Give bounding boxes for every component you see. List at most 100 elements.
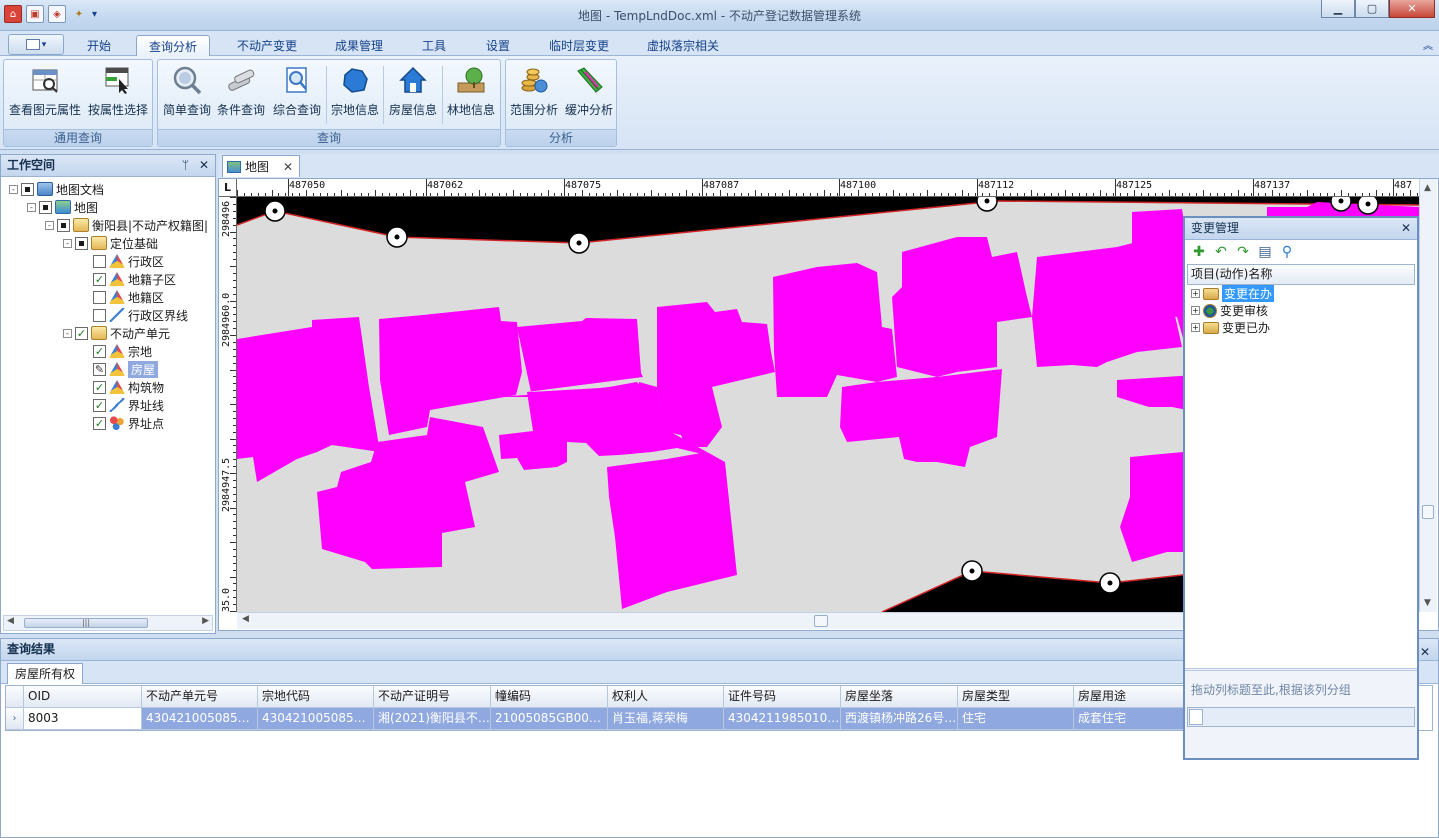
layer-visibility-checkbox[interactable] — [93, 290, 106, 304]
forest-info-button[interactable]: 林地信息 — [444, 63, 498, 125]
application-menu-button[interactable]: ▾ — [8, 34, 64, 55]
close-icon[interactable]: ✕ — [1420, 642, 1430, 663]
table-cell[interactable]: 430421005085GB… — [258, 708, 374, 730]
tree-node[interactable]: ✎ 房屋 — [1, 360, 215, 378]
house-info-button[interactable]: 房屋信息 — [385, 63, 441, 125]
table-cell[interactable]: 肖玉福,蒋荣梅 — [608, 708, 724, 730]
save-icon[interactable]: ▤ — [1257, 244, 1273, 260]
close-icon[interactable]: ✕ — [1401, 218, 1411, 239]
expand-icon[interactable]: + — [1191, 289, 1200, 298]
select-by-attributes-button[interactable]: 按属性选择 — [84, 63, 152, 125]
pin-icon[interactable]: ᛘ — [182, 155, 189, 176]
table-cell[interactable]: 湘(2021)衡阳县不… — [374, 708, 491, 730]
map-hscroll-thumb[interactable] — [814, 615, 828, 627]
layer-visibility-checkbox[interactable] — [21, 182, 34, 196]
tree-node[interactable]: ✓ 宗地 — [1, 342, 215, 360]
map-vertical-scrollbar[interactable]: ▲ ▼ — [1419, 179, 1437, 612]
expand-collapse-icon[interactable]: - — [27, 202, 36, 212]
grid-header-bar[interactable] — [1187, 707, 1415, 727]
add-icon[interactable]: ✚ — [1191, 244, 1207, 260]
layer-visibility-checkbox[interactable] — [39, 200, 52, 214]
column-header[interactable]: 权利人 — [608, 686, 724, 708]
search-icon[interactable]: ⚲ — [1279, 244, 1295, 260]
view-feature-attributes-button[interactable]: 查看图元属性 — [7, 63, 83, 125]
scroll-right-icon[interactable]: ▶ — [202, 616, 209, 626]
layer-visibility-checkbox[interactable]: ✎ — [93, 362, 106, 376]
layer-visibility-checkbox[interactable]: ✓ — [93, 416, 106, 430]
tree-node[interactable]: - ✓ 不动产单元 — [1, 324, 215, 342]
simple-query-button[interactable]: 简单查询 — [160, 63, 214, 125]
column-header[interactable]: 宗地代码 — [258, 686, 374, 708]
workspace-scrollbar[interactable]: ◀ ||| ▶ — [3, 615, 213, 631]
close-icon[interactable]: ✕ — [283, 160, 293, 174]
tab-property-change[interactable]: 不动产变更 — [228, 35, 306, 56]
expand-icon[interactable]: + — [1191, 306, 1200, 315]
column-header[interactable]: OID — [24, 686, 142, 708]
scroll-up-icon[interactable]: ▲ — [1424, 183, 1431, 193]
expand-icon[interactable]: + — [1191, 323, 1200, 332]
column-header[interactable]: 房屋用途 — [1074, 686, 1184, 708]
scroll-down-icon[interactable]: ▼ — [1424, 598, 1431, 608]
close-icon[interactable]: ✕ — [199, 155, 209, 176]
tab-query-analysis[interactable]: 查询分析 — [136, 35, 210, 56]
maximize-button[interactable]: ▢ — [1355, 0, 1389, 18]
tab-start[interactable]: 开始 — [74, 35, 124, 56]
layer-visibility-checkbox[interactable]: ✓ — [93, 272, 106, 286]
column-header-name[interactable]: 项目(动作)名称 — [1187, 264, 1415, 285]
tab-map[interactable]: 地图 ✕ — [222, 155, 300, 177]
layer-visibility-checkbox[interactable]: ✓ — [93, 344, 106, 358]
tree-node[interactable]: 行政区界线 — [1, 306, 215, 324]
expand-collapse-icon[interactable]: - — [63, 238, 72, 248]
change-node[interactable]: + 变更已办 — [1185, 319, 1417, 336]
redo-icon[interactable]: ↷ — [1235, 244, 1251, 260]
layer-visibility-checkbox[interactable] — [57, 218, 70, 232]
tab-settings[interactable]: 设置 — [474, 35, 522, 56]
table-cell[interactable]: 住宅 — [958, 708, 1074, 730]
layer-visibility-checkbox[interactable] — [93, 254, 106, 268]
tree-node[interactable]: ✓ 界址点 — [1, 414, 215, 432]
layer-visibility-checkbox[interactable]: ✓ — [93, 380, 106, 394]
scroll-thumb[interactable]: ||| — [24, 618, 148, 628]
table-cell[interactable]: 西渡镇杨冲路26号… — [841, 708, 958, 730]
map-vscroll-thumb[interactable] — [1422, 505, 1434, 519]
layer-visibility-checkbox[interactable]: ✓ — [75, 326, 88, 340]
layer-visibility-checkbox[interactable] — [93, 308, 106, 322]
expand-collapse-icon[interactable]: - — [9, 184, 18, 194]
tree-node[interactable]: ✓ 地籍子区 — [1, 270, 215, 288]
tree-node[interactable]: - 衡阳县|不动产权籍图| — [1, 216, 215, 234]
tree-node[interactable]: - 地图文档 — [1, 180, 215, 198]
tree-node[interactable]: - 地图 — [1, 198, 215, 216]
tree-node[interactable]: 地籍区 — [1, 288, 215, 306]
tab-tools[interactable]: 工具 — [410, 35, 458, 56]
minimize-button[interactable]: ▁ — [1321, 0, 1355, 18]
column-header[interactable]: 房屋坐落 — [841, 686, 958, 708]
table-cell[interactable]: 21005085GB0010… — [491, 708, 608, 730]
change-node[interactable]: + 变更审核 — [1185, 302, 1417, 319]
range-analysis-button[interactable]: 范围分析 — [508, 63, 560, 125]
tab-virtual-parcel[interactable]: 虚拟落宗相关 — [636, 35, 730, 56]
parcel-info-button[interactable]: 宗地信息 — [328, 63, 382, 125]
comprehensive-query-button[interactable]: 综合查询 — [269, 63, 325, 125]
column-header[interactable]: 不动产单元号 — [142, 686, 258, 708]
column-header[interactable]: 幢编码 — [491, 686, 608, 708]
table-cell[interactable]: 43042119850104… — [724, 708, 841, 730]
tree-node[interactable]: ✓ 界址线 — [1, 396, 215, 414]
undo-icon[interactable]: ↶ — [1213, 244, 1229, 260]
tab-house-ownership[interactable]: 房屋所有权 — [7, 663, 84, 684]
buffer-analysis-button[interactable]: 缓冲分析 — [562, 63, 616, 125]
column-header[interactable]: 证件号码 — [724, 686, 841, 708]
table-cell[interactable]: 430421005085GB… — [142, 708, 258, 730]
expand-collapse-icon[interactable]: - — [45, 220, 54, 230]
ribbon-collapse-icon[interactable]: ︽ — [1423, 37, 1433, 52]
layer-visibility-checkbox[interactable] — [75, 236, 88, 250]
column-header[interactable]: 房屋类型 — [958, 686, 1074, 708]
tree-node[interactable]: 行政区 — [1, 252, 215, 270]
expand-collapse-icon[interactable]: - — [63, 328, 72, 338]
close-button[interactable]: ✕ — [1389, 0, 1435, 18]
table-cell[interactable]: 8003 — [24, 708, 142, 730]
tab-result-management[interactable]: 成果管理 — [324, 35, 394, 56]
scroll-left-icon[interactable]: ◀ — [7, 616, 14, 626]
condition-query-button[interactable]: 条件查询 — [214, 63, 268, 125]
tree-node[interactable]: - 定位基础 — [1, 234, 215, 252]
tab-temp-layer-change[interactable]: 临时层变更 — [538, 35, 620, 56]
